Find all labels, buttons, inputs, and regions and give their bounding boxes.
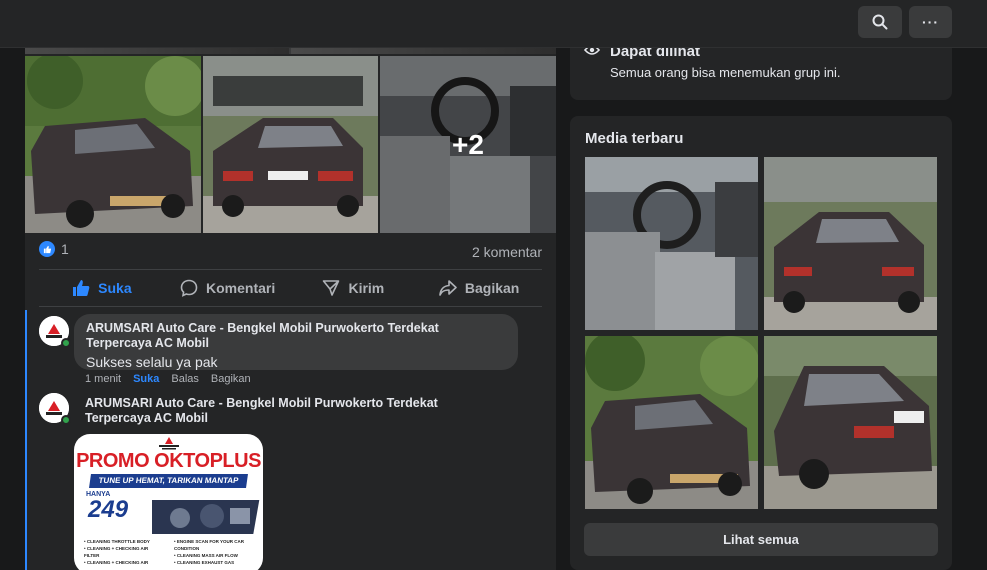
media-thumb-3[interactable] (585, 331, 760, 509)
comment-timestamp[interactable]: 1 menit (85, 373, 121, 385)
promo-price: 249 (88, 496, 129, 523)
media-thumb-2[interactable] (764, 157, 937, 330)
comment-label: Komentari (206, 280, 276, 296)
more-photos-overlay[interactable]: +2 (380, 56, 556, 233)
share-button[interactable]: Bagikan (416, 270, 542, 306)
comment-text: Sukses selalu ya pak (86, 354, 218, 370)
send-icon (323, 280, 340, 296)
brand-logo-icon (159, 437, 179, 450)
commenter-avatar[interactable] (39, 316, 71, 348)
like-reaction-icon (39, 241, 55, 257)
comment-author[interactable]: ARUMSARI Auto Care - Bengkel Mobil Purwo… (85, 396, 505, 426)
share-label: Bagikan (464, 280, 520, 296)
post-photo-grid: +2 (25, 56, 556, 233)
post-photo-2[interactable] (203, 56, 378, 233)
send-label: Kirim (348, 280, 385, 296)
promo-subtitle: TUNE UP HEMAT, TARIKAN MANTAP (89, 474, 248, 488)
thumbs-up-icon (73, 280, 90, 296)
comment-bubble: ARUMSARI Auto Care - Bengkel Mobil Purwo… (74, 314, 518, 370)
post-photo-1[interactable] (25, 56, 201, 233)
comment-button[interactable]: Komentari (165, 270, 291, 306)
group-post: +2 1 2 komentar Suka Komentari Kirim Bag… (25, 48, 556, 570)
comment-thread: ARUMSARI Auto Care - Bengkel Mobil Purwo… (25, 310, 556, 570)
promo-title: PROMO OKTOPLUS (76, 450, 261, 472)
comment-image-promo[interactable]: PROMO OKTOPLUS TUNE UP HEMAT, TARIKAN MA… (74, 434, 263, 570)
reaction-count: 1 (61, 241, 69, 257)
engine-parts-image (152, 500, 260, 534)
reaction-summary[interactable]: 1 (39, 241, 69, 257)
visibility-description: Semua orang bisa menemukan grup ini. (610, 65, 841, 80)
like-button[interactable]: Suka (39, 270, 165, 306)
share-arrow-icon (439, 280, 457, 296)
comment-share-link[interactable]: Bagikan (211, 373, 251, 385)
search-icon (872, 14, 888, 30)
media-thumb-1[interactable] (585, 157, 758, 330)
online-status-icon (61, 415, 71, 425)
more-icon: ··· (922, 14, 939, 30)
promo-list-right: • ENGINE SCAN FOR YOUR CAR CONDITION • C… (174, 539, 244, 565)
like-label: Suka (98, 280, 132, 296)
online-status-icon (61, 338, 71, 348)
send-button[interactable]: Kirim (291, 270, 417, 306)
search-button[interactable] (858, 6, 902, 38)
media-thumb-4[interactable] (764, 336, 937, 509)
comment-bubble-icon (180, 279, 198, 297)
comment-like-link[interactable]: Suka (133, 373, 159, 385)
comment-author[interactable]: ARUMSARI Auto Care - Bengkel Mobil Purwo… (86, 321, 506, 351)
recent-media-card: Media terbaru Lihat semua (570, 116, 952, 570)
commenter-avatar[interactable] (39, 393, 71, 425)
see-all-button[interactable]: Lihat semua (584, 523, 938, 556)
photo-strip-top (25, 48, 556, 54)
post-actions: Suka Komentari Kirim Bagikan (39, 269, 542, 307)
comment-count[interactable]: 2 komentar (472, 244, 542, 260)
more-options-button[interactable]: ··· (909, 6, 952, 38)
comment-meta: 1 menit Suka Balas Bagikan (85, 373, 251, 385)
promo-list-left: • CLEANING THROTTLE BODY • CLEANING + CH… (84, 539, 150, 565)
post-photo-3[interactable]: +2 (380, 56, 556, 233)
top-bar: ··· (0, 0, 987, 48)
comment-reply-link[interactable]: Balas (171, 373, 199, 385)
media-title: Media terbaru (585, 130, 684, 147)
